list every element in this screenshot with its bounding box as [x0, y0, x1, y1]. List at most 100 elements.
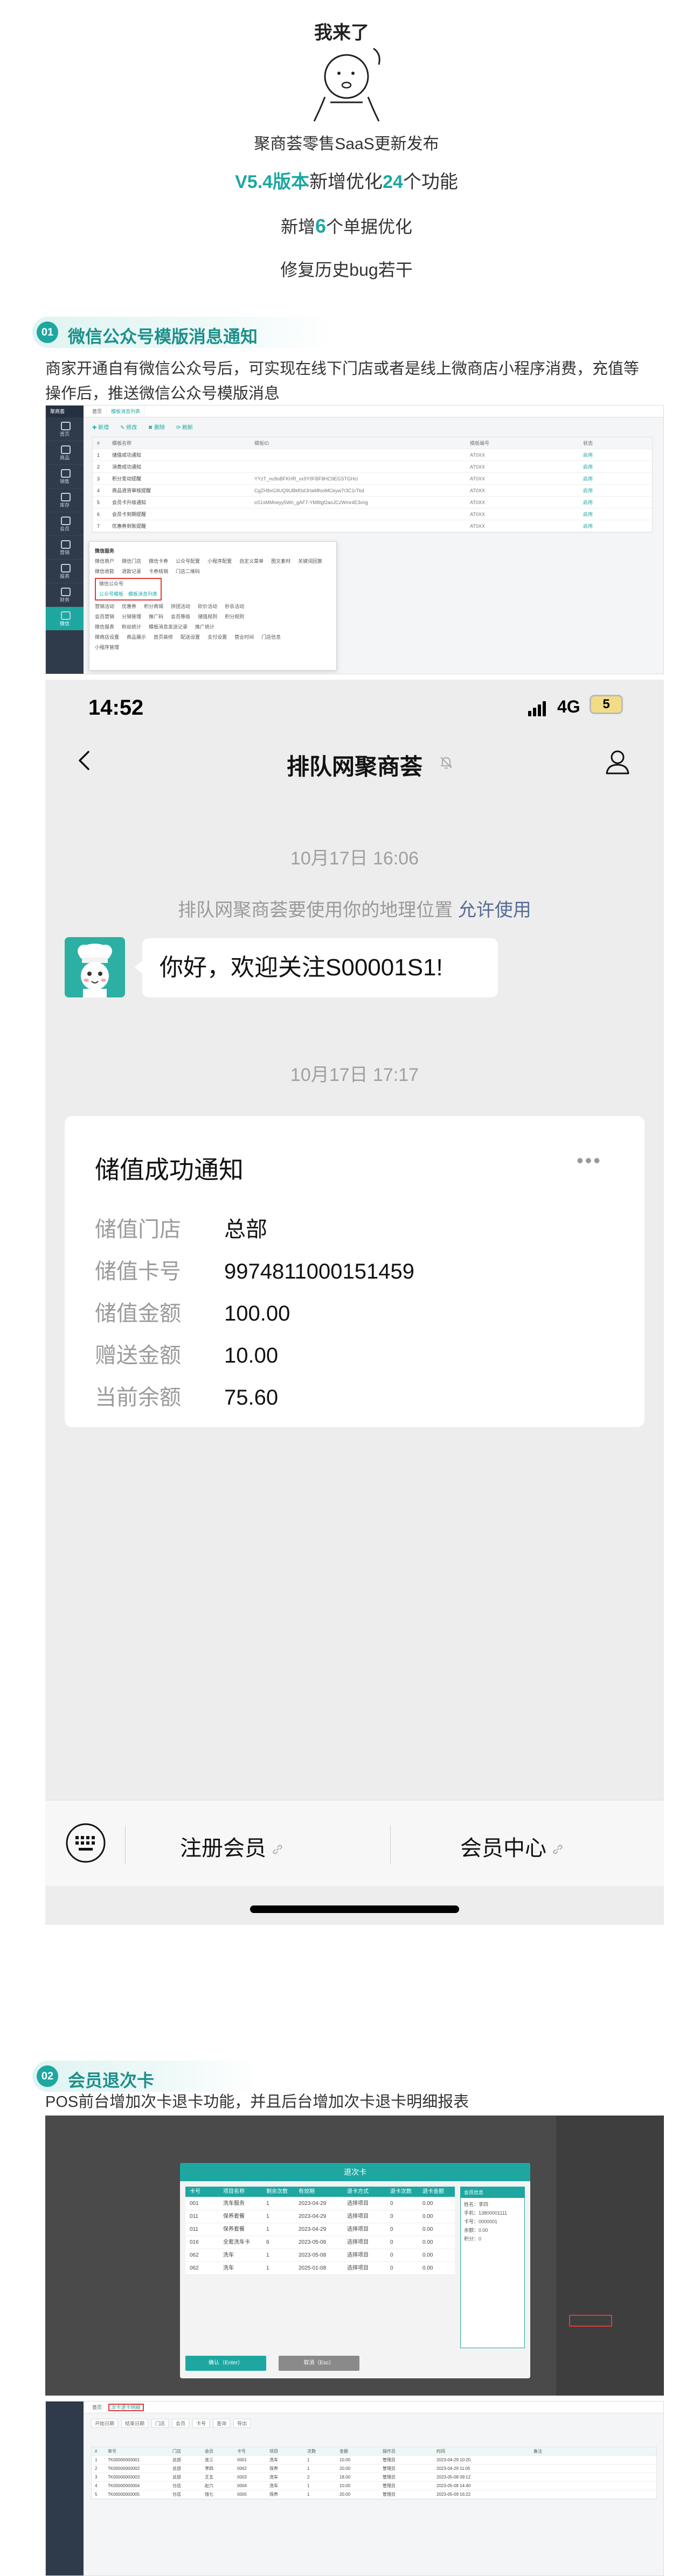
recharge-notice-card[interactable]: 储值成功通知 ••• 储值门店 总部 储值卡号 9974811000151459 储…: [65, 1116, 645, 1427]
table-row[interactable]: 4 TK00000000004 分店 赵六 0004 洗车 1 10.00 管理员 2023-05…: [92, 2482, 656, 2490]
header-cell: 金额: [339, 2449, 348, 2454]
table-row[interactable]: 2 TK00000000002 总部 李四 0002 保养 1 20.00 管理员 2023-04…: [92, 2465, 656, 2473]
allow-location-link[interactable]: 允许使用: [458, 900, 531, 920]
table-cell: 选择项目: [347, 2265, 369, 2271]
table-cell: CgZH8xG9UQ9UBkf0sfJHaMfooMCeyw7r3C1rTkd: [254, 488, 364, 493]
edit-button[interactable]: ✎ 修改: [120, 425, 137, 431]
table-row[interactable]: 062 洗车 1 2025-01-08 选择项目 0 0.00: [185, 2262, 455, 2275]
menu-item[interactable]: 推广码: [149, 614, 163, 619]
person-icon[interactable]: [604, 748, 632, 776]
menu-item[interactable]: 微信报表: [95, 624, 114, 630]
sidebar-item-wechat[interactable]: 微信: [46, 607, 84, 631]
sidebar-item[interactable]: 销售: [46, 465, 84, 488]
table-cell: 启用: [583, 512, 593, 517]
table-row[interactable]: 011 保养套餐 1 2023-04-29 选择项目 0 0.00: [185, 2210, 455, 2223]
menu-item[interactable]: 会员等级: [171, 614, 190, 619]
menu-item[interactable]: 营业时间: [234, 634, 254, 640]
menu-item[interactable]: 模板消息发送记录: [149, 624, 188, 630]
sidebar-item[interactable]: 报表: [46, 560, 84, 583]
menu-item[interactable]: 拼团活动: [171, 604, 190, 609]
menu-item[interactable]: 小程序管理: [95, 645, 119, 650]
table-row[interactable]: 5 TK00000000005 分店 钱七 0005 保养 1 20.00 管理员 2023-05…: [92, 2490, 656, 2499]
table-row[interactable]: 3 积分变动提醒 YYzT_nu9oBFKHR_xx9Y0FBF8HC9EGSTGH…: [93, 473, 652, 485]
menu-item[interactable]: 微信卡券: [149, 559, 168, 564]
more-icon[interactable]: •••: [577, 1149, 602, 1172]
menu-item[interactable]: 门店二维码: [176, 569, 200, 574]
menu-item[interactable]: 首页装修: [154, 634, 173, 640]
keyboard-icon[interactable]: [65, 1822, 107, 1864]
table-cell: 2023-05-08: [299, 2252, 327, 2258]
tab-template-list[interactable]: 模板消息列表: [107, 406, 145, 417]
menu-item[interactable]: 卡券核销: [149, 569, 168, 574]
menu-item[interactable]: 砍价活动: [198, 604, 217, 609]
menu-item[interactable]: 自定义菜单: [239, 559, 264, 564]
add-button[interactable]: ✚ 新增: [92, 425, 109, 431]
table-row[interactable]: 7 优惠券到账提醒 AT0XX 启用: [93, 520, 652, 532]
sidebar-item[interactable]: 营销: [46, 536, 84, 560]
menu-item[interactable]: 积分商城: [144, 604, 163, 609]
refresh-button[interactable]: ⟳ 刷新: [176, 425, 193, 431]
table-cell: 消费成功通知: [112, 464, 142, 470]
menu-item[interactable]: 微信商户: [95, 559, 114, 564]
menu-item[interactable]: 微信门店: [122, 559, 141, 564]
table-row[interactable]: 062 洗车 1 2023-05-08 选择项目 0 0.00: [185, 2249, 455, 2262]
menu-item[interactable]: 退款记录: [122, 569, 141, 574]
menu-item[interactable]: 商品展示: [127, 634, 146, 640]
menu-item[interactable]: 优惠券: [122, 604, 136, 609]
menu-item-wechat-official[interactable]: 微信公众号: [99, 579, 157, 589]
menu-item[interactable]: 微商店设置: [95, 634, 119, 640]
delete-button[interactable]: ✖ 删除: [148, 425, 165, 431]
menu-item[interactable]: 积分规则: [225, 614, 244, 619]
filter-field[interactable]: 导出: [233, 2419, 251, 2428]
menu-member-center[interactable]: 会员中心: [460, 1831, 564, 1862]
table-row[interactable]: 1 储值成功通知 AT0XX 启用: [93, 449, 652, 461]
table-row[interactable]: 4 商品退货审核提醒 CgZH8xG9UQ9UBkf0sfJHaMfooMCeyw7…: [93, 485, 652, 497]
filter-field[interactable]: 门店: [151, 2419, 169, 2428]
menu-item[interactable]: 配送设置: [181, 634, 200, 640]
menu-item[interactable]: 微信收款: [95, 569, 114, 574]
menu-item[interactable]: 储值规则: [198, 614, 217, 619]
menu-item[interactable]: 门店信息: [261, 634, 281, 640]
table-cell: 0: [390, 2239, 393, 2245]
sidebar-item[interactable]: 会员: [46, 512, 84, 536]
filter-field[interactable]: 查询: [213, 2419, 231, 2428]
table-row[interactable]: 6 会员卡到期提醒 AT0XX 启用: [93, 508, 652, 520]
menu-item[interactable]: 关键词回复: [298, 559, 322, 564]
filter-field[interactable]: 会员: [172, 2419, 190, 2428]
table-row[interactable]: 2 消费成功通知 AT0XX 启用: [93, 461, 652, 473]
menu-item[interactable]: 推广统计: [195, 624, 214, 630]
menu-item[interactable]: 会员营销: [95, 614, 114, 619]
menu-item-template-list[interactable]: 模板消息列表: [128, 591, 157, 597]
sidebar-item[interactable]: 首页: [46, 417, 84, 441]
menu-item[interactable]: 粉丝统计: [122, 624, 141, 630]
menu-item[interactable]: 图文素材: [271, 559, 290, 564]
table-row[interactable]: 001 洗车服务 1 2023-04-29 选择项目 0 0.00: [185, 2197, 455, 2210]
menu-item-template[interactable]: 公众号模板 模板消息列表: [99, 589, 157, 599]
sidebar-item[interactable]: 财务: [46, 583, 84, 607]
table-row[interactable]: 5 会员卡升级通知 oS1sMMneyy5Wri_gAF7-YM8tgf2aoJCz…: [93, 497, 652, 508]
tab-return-report[interactable]: 次卡退卡明细: [108, 2404, 144, 2411]
tab-home[interactable]: 首页: [88, 406, 107, 417]
menu-item[interactable]: 小程序配置: [207, 559, 232, 564]
table-cell: 保养: [269, 2492, 278, 2497]
cancel-button[interactable]: 取消（Esc）: [278, 2356, 359, 2371]
menu-register-member[interactable]: 注册会员: [180, 1831, 283, 1862]
table-row[interactable]: 016 全套洗车卡 6 2023-05-08 选择项目 0 0.00: [185, 2236, 455, 2249]
menu-item[interactable]: 公众号配置: [176, 559, 200, 564]
menu-item[interactable]: 秒杀活动: [225, 604, 244, 609]
table-row[interactable]: 1 TK00000000001 总部 张三 0001 洗车 1 10.00 管理员 2023-04…: [92, 2456, 656, 2465]
tab-home[interactable]: 首页: [88, 2402, 107, 2413]
menu-item[interactable]: 支付设置: [207, 634, 227, 640]
sidebar-item[interactable]: 商品: [46, 441, 84, 465]
menu-item[interactable]: 营销活动: [95, 604, 114, 609]
filter-field[interactable]: 结束日期: [121, 2419, 149, 2428]
admin-tab-bar: 首页 次卡退卡明细: [84, 2402, 663, 2413]
admin-sidebar: [46, 2402, 84, 2575]
filter-field[interactable]: 卡号: [192, 2419, 210, 2428]
filter-field[interactable]: 开始日期: [91, 2419, 119, 2428]
table-row[interactable]: 011 保养套餐 1 2023-04-29 选择项目 0 0.00: [185, 2223, 455, 2236]
table-row[interactable]: 3 TK00000000003 总部 王五 0003 洗车 2 18.00 管理员 2023-05…: [92, 2473, 656, 2482]
confirm-button[interactable]: 确认（Enter）: [185, 2356, 266, 2371]
menu-item[interactable]: 分销管理: [122, 614, 141, 619]
sidebar-item[interactable]: 库存: [46, 488, 84, 512]
